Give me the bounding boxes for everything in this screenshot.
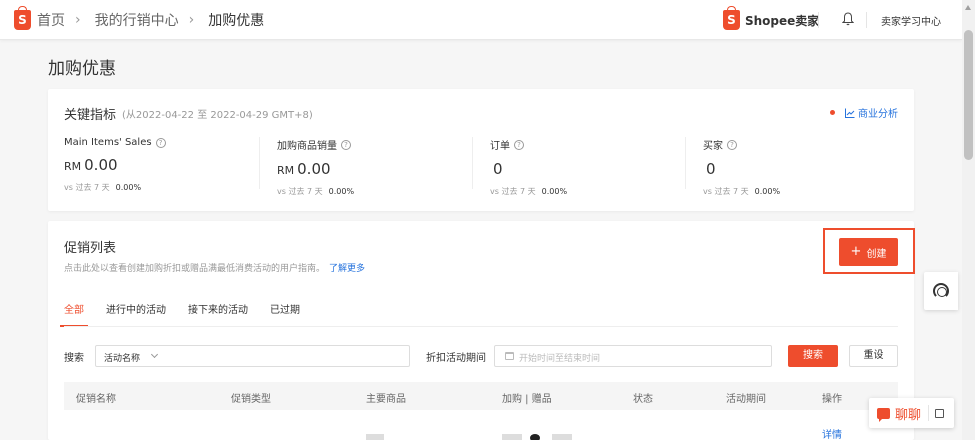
col-addon-gift: 加购 | 赠品 [502,394,552,405]
help-circle-icon[interactable]: ? [155,137,166,148]
learning-center-link[interactable]: 卖家学习中心 [881,13,941,28]
breadcrumb-current: 加购优惠 [208,13,265,29]
tab-all[interactable]: 全部 [60,301,88,327]
chat-icon [877,407,890,422]
col-actions: 操作 [822,394,842,405]
chat-widget[interactable]: 聊聊 [869,398,954,428]
help-circle-icon[interactable]: ? [514,139,524,150]
divider [685,137,686,189]
create-button[interactable]: + 创建 [839,238,898,266]
plus-icon: + [850,244,862,259]
breadcrumb-home[interactable]: 首页 [37,10,65,30]
shopee-bag-icon[interactable]: S [14,6,31,30]
chevron-right-icon: › [188,12,195,28]
business-analysis-link[interactable]: 商业分析 [830,105,898,120]
chevron-down-icon [150,350,159,359]
divider [472,137,473,189]
chevron-right-icon: › [75,12,81,28]
tab-upcoming[interactable]: 接下来的活动 [188,301,248,325]
brand-label: Shopee卖家 [745,13,820,28]
seller-brand[interactable]: S Shopee卖家 [723,6,820,31]
chat-label: 聊聊 [895,407,922,423]
top-bar: S 首页 › 我的行销中心 › 加购优惠 S Shopee卖家 卖家学习中心 [0,0,962,40]
metrics-title: 关键指标 [64,108,117,123]
scroll-thumb[interactable] [964,30,973,160]
tab-ongoing[interactable]: 进行中的活动 [106,301,166,325]
headset-icon [933,283,949,299]
col-status: 状态 [633,394,653,405]
col-promotion-name: 促销名称 [76,394,116,405]
bell-icon[interactable] [842,12,854,26]
period-date-range-input[interactable]: 开始时间至结束时间 [494,345,772,367]
help-circle-icon[interactable]: ? [341,139,351,150]
shopee-bag-icon: S [723,6,740,30]
period-label: 折扣活动期间 [426,353,486,364]
scroll-up-arrow[interactable] [965,5,971,10]
search-label: 搜索 [64,353,84,364]
learn-more-link[interactable]: 了解更多 [329,264,365,274]
metrics-date-range: (从2022-04-22 至 2022-04-29 GMT+8) [122,110,313,121]
col-main-products: 主要商品 [366,394,406,405]
product-thumbnail [552,434,572,440]
table-header: 促销名称 促销类型 主要商品 加购 | 赠品 状态 活动期间 操作 [64,382,898,410]
promotion-list-title: 促销列表 [64,241,117,256]
help-circle-icon[interactable]: ? [727,139,737,150]
product-thumbnail [502,434,522,440]
metric-buyers: 买家? 0 vs 过去 7 天 0.00% [703,139,781,196]
col-period: 活动期间 [726,394,766,405]
promotion-list-card: 促销列表 点击此处以查看创建加购折扣或赠品满最低消费活动的用户指南。 了解更多 +… [48,221,915,440]
breadcrumb: S 首页 › 我的行销中心 › 加购优惠 [14,6,265,31]
table-row: 详情 [64,410,898,440]
page-title: 加购优惠 [48,59,116,79]
row-detail-link[interactable]: 详情 [822,426,842,440]
expand-icon[interactable] [935,408,945,418]
search-input[interactable] [166,345,410,367]
col-promotion-type: 促销类型 [231,394,271,405]
divider [866,12,867,28]
reset-button[interactable]: 重设 [849,345,898,367]
line-chart-icon [845,108,855,118]
product-thumbnail [366,434,384,440]
promotion-list-hint: 点击此处以查看创建加购折扣或赠品满最低消费活动的用户指南。 了解更多 [64,264,366,274]
tab-expired[interactable]: 已过期 [270,301,300,325]
search-button[interactable]: 搜索 [788,345,838,367]
divider [818,12,819,28]
divider [928,405,930,421]
search-field-select[interactable]: 活动名称 [95,345,167,367]
promotion-tabs: 全部 进行中的活动 接下来的活动 已过期 [60,301,322,327]
key-metrics-card: 关键指标 (从2022-04-22 至 2022-04-29 GMT+8) 商业… [48,89,914,211]
breadcrumb-marketing-centre[interactable]: 我的行销中心 [95,10,179,30]
calendar-icon [505,352,514,360]
tab-divider [64,326,898,327]
create-button-highlight: + 创建 [823,228,915,274]
customer-support-button[interactable] [924,272,958,310]
metric-addon-sales: 加购商品销量? RM 0.00 vs 过去 7 天 0.00% [277,139,355,196]
divider [259,137,260,189]
metric-main-items-sales: Main Items' Sales? RM 0.00 vs 过去 7 天 0.00% [64,137,166,193]
page-scrollbar[interactable] [962,0,975,440]
metric-orders: 订单? 0 vs 过去 7 天 0.00% [490,139,568,196]
product-thumbnail [530,434,540,440]
notification-dot [830,110,835,115]
